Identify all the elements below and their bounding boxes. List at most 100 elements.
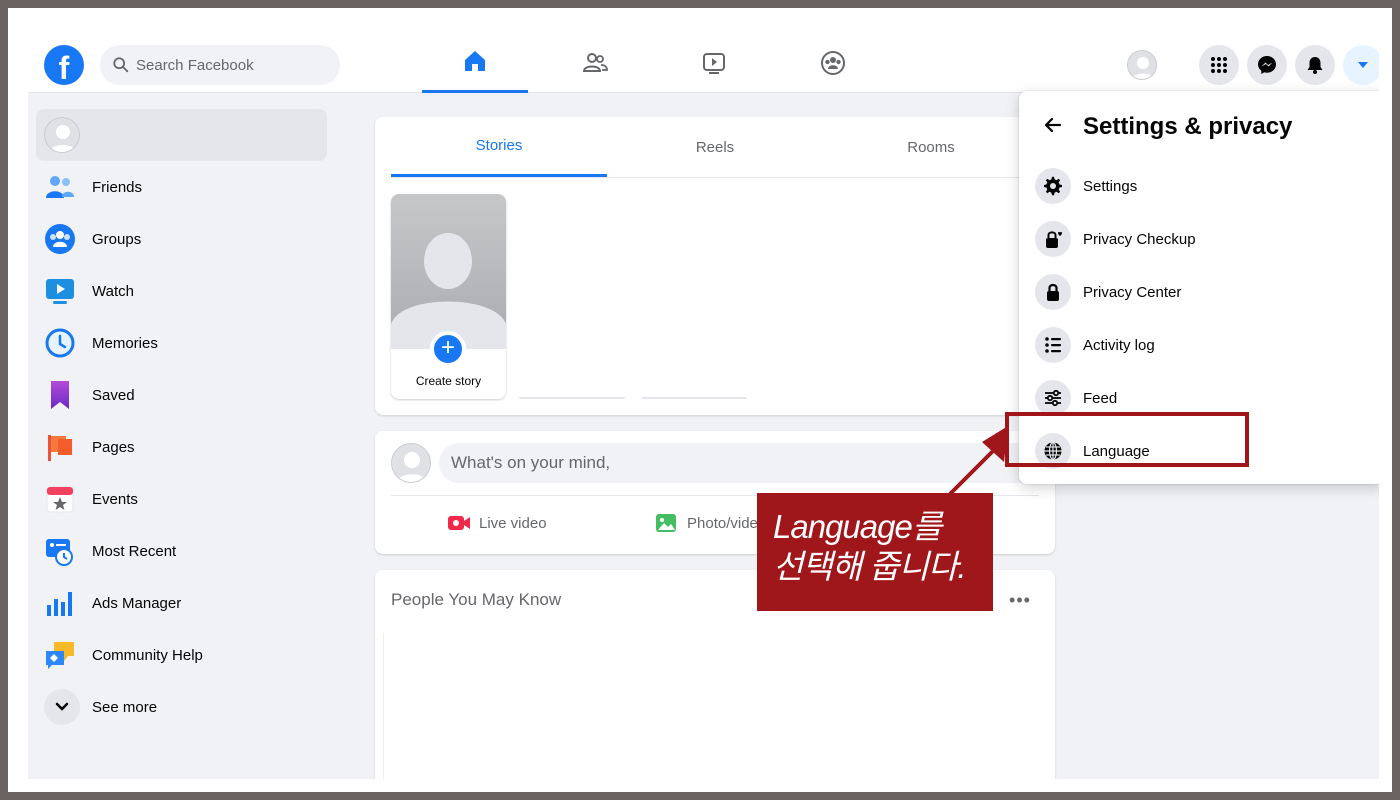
- sidebar-item-community-help[interactable]: Community Help: [44, 629, 334, 681]
- memories-icon: [44, 327, 76, 359]
- sidebar-item-memories[interactable]: Memories: [44, 317, 334, 369]
- menu-item-settings[interactable]: Settings: [1027, 160, 1379, 212]
- tab-groups[interactable]: [780, 32, 886, 93]
- menu-item-activity-log[interactable]: Activity log: [1027, 319, 1379, 371]
- language-highlight-box: [1005, 412, 1249, 467]
- live-video-button[interactable]: Live video: [447, 503, 547, 543]
- plus-icon: +: [430, 331, 466, 367]
- story-placeholder: [519, 397, 625, 399]
- pages-icon: [44, 431, 76, 463]
- search-input[interactable]: [136, 45, 332, 85]
- instruction-callout: Language를 선택해 줍니다.: [757, 493, 993, 611]
- feed-sliders-icon: [1035, 380, 1071, 416]
- sidebar-see-more[interactable]: See more: [44, 681, 334, 733]
- tab-label: Rooms: [907, 138, 955, 156]
- community-help-icon: [44, 639, 76, 671]
- menu-item-privacy-checkup[interactable]: Privacy Checkup: [1027, 213, 1379, 265]
- facebook-logo[interactable]: f: [44, 45, 84, 85]
- photo-video-button[interactable]: Photo/video: [655, 503, 766, 543]
- account-button[interactable]: [1343, 45, 1379, 85]
- default-avatar-icon: [391, 233, 506, 349]
- sidebar-item-label: Community Help: [92, 646, 203, 664]
- groups-icon: [821, 50, 845, 75]
- action-label: Live video: [479, 514, 547, 532]
- account-caret-icon: [1358, 62, 1368, 68]
- gear-icon: [1035, 168, 1071, 204]
- privacy-checkup-icon: [1035, 221, 1071, 257]
- menu-grid-icon: [1211, 57, 1227, 73]
- tab-stories[interactable]: Stories: [391, 117, 607, 177]
- callout-line-2: 선택해 줍니다.: [773, 548, 967, 585]
- sidebar-item-friends[interactable]: Friends: [44, 161, 334, 213]
- create-story-card[interactable]: + Create story: [391, 194, 506, 399]
- sidebar-item-groups[interactable]: Groups: [44, 213, 334, 265]
- events-icon: [44, 483, 76, 515]
- sidebar-item-label: Saved: [92, 386, 135, 404]
- tab-label: Reels: [695, 138, 735, 156]
- notifications-button[interactable]: [1295, 45, 1335, 85]
- tab-home[interactable]: [422, 32, 528, 93]
- avatar: [44, 117, 80, 153]
- messenger-button[interactable]: [1247, 45, 1287, 85]
- search-box[interactable]: [100, 45, 340, 85]
- groups-icon: [44, 223, 76, 255]
- watch-icon: [703, 52, 725, 74]
- sidebar-item-label: Ads Manager: [92, 594, 182, 612]
- create-story-label: Create story: [415, 374, 482, 388]
- stories-card: Stories Reels Rooms + Create story: [375, 117, 1055, 415]
- divider: [391, 177, 1055, 178]
- tab-friends[interactable]: [542, 32, 648, 93]
- profile-avatar-top[interactable]: [1127, 50, 1157, 80]
- more-options-button[interactable]: •••: [1002, 582, 1038, 618]
- menu-item-privacy-center[interactable]: Privacy Center: [1027, 266, 1379, 318]
- lock-icon: [1035, 274, 1071, 310]
- watch-icon: [44, 275, 76, 307]
- sidebar-item-label: Memories: [92, 334, 158, 352]
- menu-title: Settings & privacy: [1083, 113, 1293, 140]
- menu-item-label: Privacy Center: [1083, 283, 1182, 301]
- messenger-icon: [1258, 56, 1276, 74]
- avatar: [391, 443, 431, 483]
- sidebar-item-pages[interactable]: Pages: [44, 421, 334, 473]
- top-navigation-bar: f: [28, 32, 1379, 93]
- whats-on-your-mind-input[interactable]: [439, 443, 1039, 483]
- search-icon: [113, 57, 129, 73]
- tab-label: Stories: [475, 137, 523, 154]
- arrow-left-icon: [1044, 117, 1062, 133]
- facebook-window: f Search Facebook Friends Groups Watch M…: [28, 32, 1379, 779]
- story-profile-image: [391, 194, 506, 349]
- default-avatar-icon: [1131, 57, 1155, 79]
- sidebar-item-label: Events: [92, 490, 138, 508]
- sidebar-item-label: Friends: [92, 178, 143, 196]
- friends-icon: [582, 52, 608, 72]
- sidebar-item-label: Groups: [92, 230, 142, 248]
- back-button[interactable]: [1035, 107, 1071, 143]
- callout-line-1: Language를: [773, 508, 942, 545]
- tab-reels[interactable]: Reels: [607, 117, 823, 177]
- sidebar-item-label: See more: [92, 698, 158, 716]
- sidebar-profile[interactable]: [36, 109, 327, 161]
- suggestions-area: [383, 634, 1047, 779]
- action-label: Photo/video: [687, 514, 767, 532]
- friends-icon: [44, 171, 76, 203]
- menu-item-label: Activity log: [1083, 336, 1155, 354]
- sidebar-item-most-recent[interactable]: Most Recent: [44, 525, 334, 577]
- sidebar-item-events[interactable]: Events: [44, 473, 334, 525]
- sidebar-item-ads-manager[interactable]: Ads Manager: [44, 577, 334, 629]
- sidebar-item-label: Pages: [92, 438, 135, 456]
- tab-watch[interactable]: [661, 32, 767, 93]
- menu-button[interactable]: [1199, 45, 1239, 85]
- most-recent-icon: [44, 535, 76, 567]
- notifications-bell-icon: [1307, 57, 1323, 74]
- logo-letter: f: [58, 50, 70, 85]
- default-avatar-icon: [397, 452, 427, 482]
- sidebar-item-label: Most Recent: [92, 542, 177, 560]
- sidebar-item-label: Watch: [92, 282, 134, 300]
- sidebar-item-saved[interactable]: Saved: [44, 369, 334, 421]
- tab-rooms[interactable]: Rooms: [823, 117, 1039, 177]
- section-title: People You May Know: [391, 590, 562, 609]
- default-avatar-icon: [49, 125, 77, 152]
- menu-item-label: Feed: [1083, 389, 1118, 407]
- menu-item-label: Settings: [1083, 177, 1138, 195]
- sidebar-item-watch[interactable]: Watch: [44, 265, 334, 317]
